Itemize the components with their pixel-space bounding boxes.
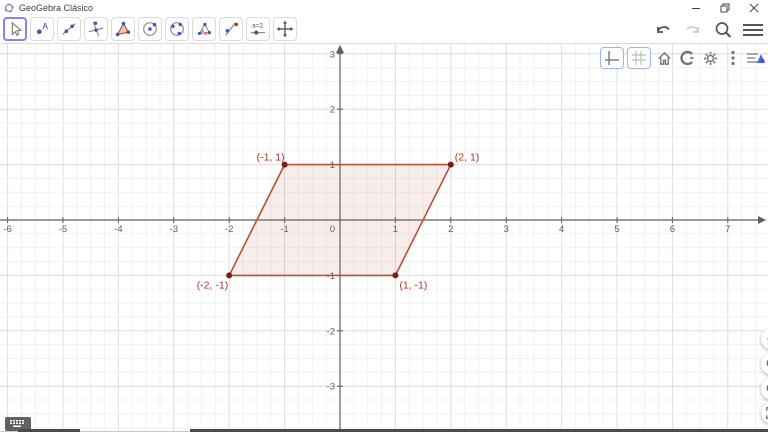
keyboard-icon (9, 419, 27, 429)
tool-line-button[interactable] (57, 17, 81, 41)
vertex-label: (1, -1) (399, 279, 427, 291)
tool-move-graphics-view-button[interactable] (273, 17, 297, 41)
gear-icon (703, 51, 718, 66)
axes-toggle-button[interactable] (600, 47, 624, 69)
x-tick-label: -5 (59, 224, 67, 235)
tool-circle-with-center-button[interactable] (138, 17, 162, 41)
grid-icon (631, 50, 647, 66)
home-view-button[interactable] (654, 48, 674, 68)
minimize-button[interactable] (681, 0, 710, 15)
x-tick-label: -6 (3, 224, 11, 235)
search-icon (713, 20, 733, 40)
x-tick-label: -3 (170, 224, 178, 235)
redo-button[interactable] (682, 19, 704, 41)
graphics-view-panel-button[interactable] (746, 48, 766, 68)
magnet-icon (679, 50, 695, 66)
vertex-label: (-2, -1) (197, 279, 229, 291)
x-tick-label: 3 (504, 224, 509, 235)
tool-point-button[interactable]: A (30, 17, 54, 41)
x-tick-label: -4 (114, 224, 122, 235)
tool-slider-button[interactable]: a=2 (246, 17, 270, 41)
app-title: GeoGebra Clásico (19, 3, 93, 13)
y-tick-label: -2 (327, 326, 335, 337)
home-icon (657, 51, 672, 66)
titlebar: GeoGebra Clásico (0, 0, 768, 15)
hamburger-menu-icon (742, 20, 764, 40)
x-tick-label: 4 (559, 224, 564, 235)
x-tick-label: 2 (448, 224, 453, 235)
point-icon: A (33, 20, 51, 38)
x-tick-label: 6 (670, 224, 675, 235)
vertex-point[interactable] (226, 272, 232, 278)
more-options-button[interactable] (723, 48, 743, 68)
grid-toggle-button[interactable] (627, 47, 651, 69)
y-tick-label: 3 (330, 49, 335, 60)
parallelogram[interactable] (229, 165, 451, 276)
window-controls (681, 0, 768, 15)
svg-text:A: A (42, 22, 48, 31)
kebab-menu-icon (729, 50, 737, 66)
redo-icon (683, 20, 703, 40)
reflect-about-line-icon (222, 20, 240, 38)
axes-icon (604, 50, 620, 66)
move-cursor-icon (6, 20, 24, 38)
vertex-label: (-1, 1) (257, 152, 285, 164)
search-button[interactable] (712, 19, 734, 41)
x-tick-label: 5 (614, 224, 619, 235)
vertex-point[interactable] (448, 162, 454, 168)
line-icon (60, 20, 78, 38)
tool-polygon-button[interactable] (111, 17, 135, 41)
menu-button[interactable] (742, 19, 764, 41)
graphics-canvas[interactable]: -6-5-4-3-2-11234567321-1-2-30(-1, 1)(2, … (0, 44, 768, 432)
tool-angle-button[interactable]: α (192, 17, 216, 41)
x-tick-label: -2 (225, 224, 233, 235)
vertex-point[interactable] (392, 272, 398, 278)
graphics-view[interactable]: -6-5-4-3-2-11234567321-1-2-30(-1, 1)(2, … (0, 44, 768, 432)
undo-icon (653, 20, 673, 40)
tool-move-button[interactable] (3, 17, 27, 41)
vertex-label: (2, 1) (455, 152, 480, 164)
svg-text:α: α (204, 31, 207, 37)
settings-button[interactable] (700, 48, 720, 68)
move-graphics-view-icon (276, 20, 294, 38)
x-tick-label: 7 (725, 224, 730, 235)
circle-with-center-icon (141, 20, 159, 38)
point-capturing-button[interactable] (677, 48, 697, 68)
undo-button[interactable] (652, 19, 674, 41)
geogebra-logo-icon (4, 3, 14, 13)
y-tick-label: 2 (330, 105, 335, 116)
close-button[interactable] (739, 0, 768, 15)
slider-icon-label: a=2 (252, 23, 263, 30)
toolbar-right-group (652, 15, 764, 44)
tool-reflect-about-line-button[interactable] (219, 17, 243, 41)
slider-icon: a=2 (248, 20, 268, 38)
graphics-view-icon (746, 50, 766, 66)
angle-icon: α (195, 20, 213, 38)
polygon-icon (114, 20, 132, 38)
tool-perpendicular-line-button[interactable] (84, 17, 108, 41)
perpendicular-line-icon (87, 20, 105, 38)
circle-three-points-icon (168, 20, 186, 38)
y-tick-label: -3 (327, 382, 335, 393)
graphics-stylebar (600, 47, 766, 69)
restore-button[interactable] (710, 0, 739, 15)
tool-circle-three-points-button[interactable] (165, 17, 189, 41)
